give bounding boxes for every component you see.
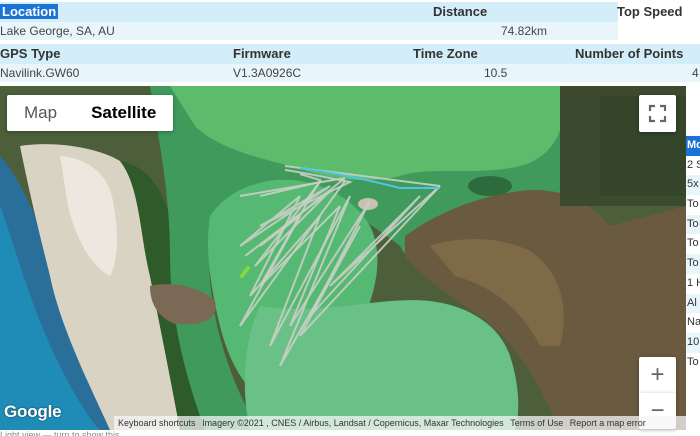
- fullscreen-button[interactable]: [639, 95, 676, 132]
- side-list-item: Na: [687, 316, 700, 329]
- timezone-header: Time Zone: [413, 46, 478, 61]
- terms-of-use-link[interactable]: Terms of Use: [510, 418, 563, 428]
- map-type-satellite-button[interactable]: Satellite: [74, 95, 173, 131]
- satellite-map[interactable]: [0, 86, 686, 430]
- side-list-item: To: [687, 198, 699, 211]
- imagery-credit: Imagery ©2021 , CNES / Airbus, Landsat /…: [202, 418, 504, 428]
- footer-note: Light view — turn to show this: [0, 430, 120, 436]
- side-list-item: To: [687, 237, 699, 250]
- side-list-item: To: [686, 254, 700, 274]
- firmware-value: V1.3A0926C: [233, 66, 302, 80]
- fullscreen-icon: [648, 104, 667, 123]
- gps-track: [239, 165, 441, 367]
- side-list-item: 5x: [686, 175, 700, 196]
- firmware-header: Firmware: [233, 46, 291, 61]
- location-value: Lake George, SA, AU: [0, 24, 115, 38]
- summary-header-row: [0, 2, 618, 22]
- side-list-item: Mo: [686, 136, 700, 156]
- map-attribution: Keyboard shortcuts Imagery ©2021 , CNES …: [114, 416, 686, 430]
- google-logo: Google: [4, 402, 62, 421]
- map-type-control: Map Satellite: [7, 95, 174, 131]
- side-list-item: 1 H: [687, 276, 700, 289]
- summary-value-row-2: [0, 64, 700, 82]
- zoom-in-button[interactable]: +: [639, 357, 676, 393]
- distance-header: Distance: [433, 4, 488, 19]
- gps-type-header: GPS Type: [0, 46, 61, 61]
- distance-value: 74.82km: [501, 24, 548, 38]
- side-list-item: To: [686, 214, 700, 235]
- report-map-error-link[interactable]: Report a map error: [570, 418, 646, 428]
- location-header: Location: [0, 4, 59, 19]
- top-speed-header: Top Speed: [617, 4, 683, 19]
- side-panel-list: Mo 2 S 5x To To To To 1 H Al Na 10 To: [686, 136, 700, 412]
- side-list-item: 10: [686, 332, 700, 353]
- track-summary: Location Distance Top Speed Lake George,…: [0, 0, 700, 84]
- points-header: Number of Points: [575, 46, 684, 61]
- timezone-value: 10.5: [484, 66, 508, 80]
- keyboard-shortcuts-link[interactable]: Keyboard shortcuts: [118, 418, 196, 428]
- gps-type-value: Navilink.GW60: [0, 66, 80, 80]
- side-list-item: 2 S: [687, 158, 700, 171]
- side-list-item: To: [687, 355, 699, 368]
- zoom-control: + −: [639, 357, 676, 429]
- map-type-map-button[interactable]: Map: [7, 95, 74, 131]
- points-value: 4: [692, 66, 699, 80]
- side-list-item: Al: [686, 293, 700, 314]
